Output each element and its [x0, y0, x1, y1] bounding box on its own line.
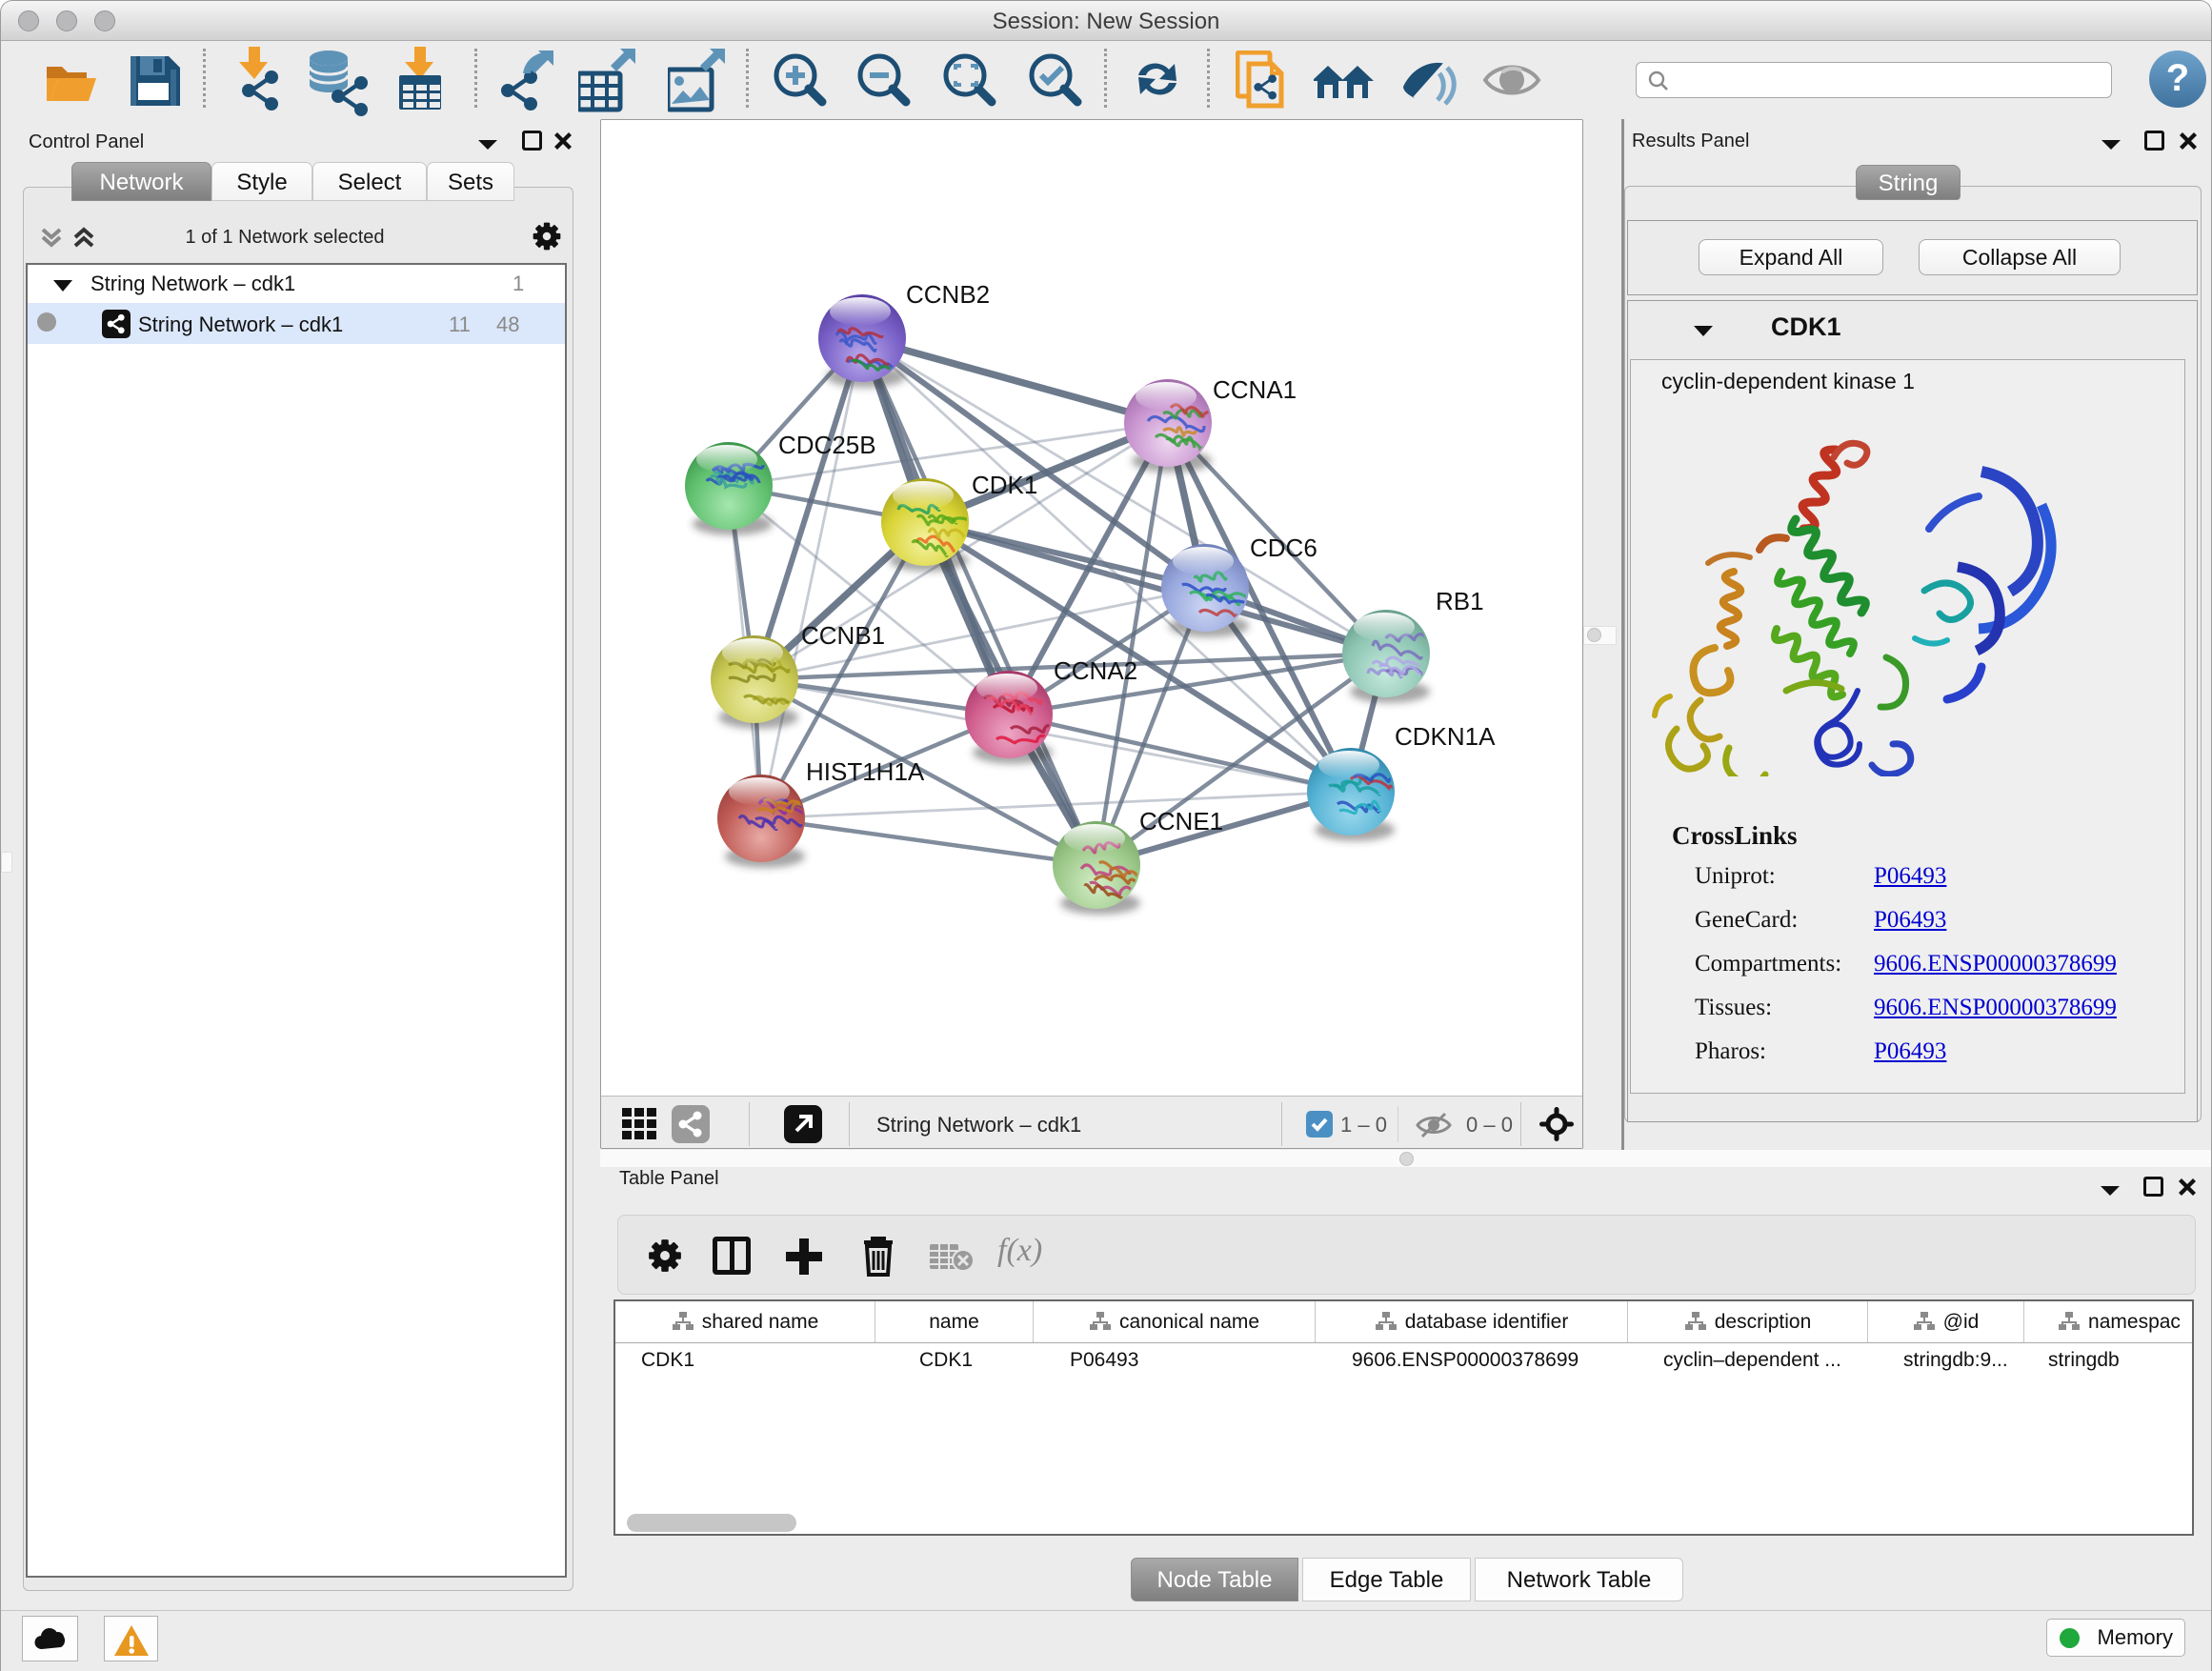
svg-text:CDC25B: CDC25B [778, 431, 876, 459]
svg-text:CCNA1: CCNA1 [1213, 375, 1297, 404]
svg-text:RB1: RB1 [1436, 587, 1484, 615]
svg-text:CDKN1A: CDKN1A [1395, 722, 1496, 751]
svg-text:CDC6: CDC6 [1250, 534, 1317, 562]
svg-text:CCNB2: CCNB2 [906, 280, 990, 309]
svg-text:CDK1: CDK1 [972, 471, 1037, 499]
svg-text:HIST1H1A: HIST1H1A [806, 757, 925, 786]
svg-text:CCNB1: CCNB1 [801, 621, 885, 650]
svg-text:CCNA2: CCNA2 [1054, 656, 1137, 685]
svg-text:CCNE1: CCNE1 [1139, 807, 1223, 836]
